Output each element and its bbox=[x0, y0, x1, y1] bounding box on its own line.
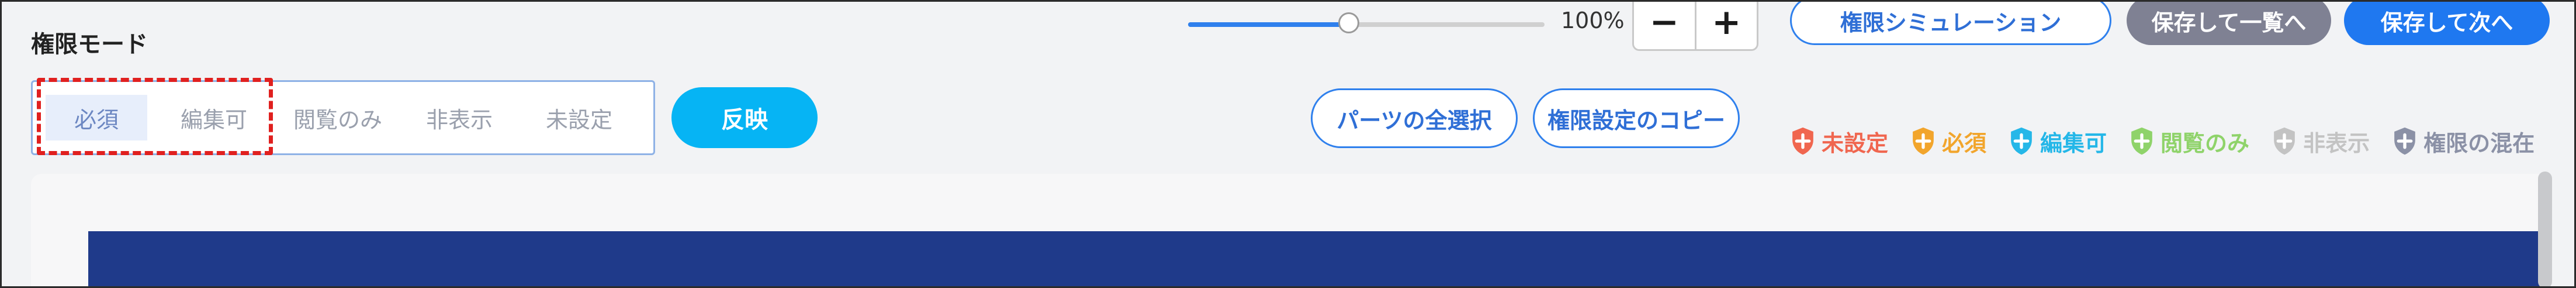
select-all-parts-button[interactable]: パーツの全選択 bbox=[1311, 88, 1518, 148]
permission-legend: 未設定 必須 編集可 閲覧のみ 非表示 権限の混在 bbox=[1790, 125, 2535, 157]
mode-option-editable[interactable]: 編集可 bbox=[161, 95, 266, 140]
mode-option-hidden[interactable]: 非表示 bbox=[407, 95, 512, 140]
shield-plus-icon bbox=[1913, 127, 1934, 155]
mode-option-unset[interactable]: 未設定 bbox=[524, 95, 635, 140]
form-header-banner bbox=[88, 231, 2543, 286]
zoom-out-button[interactable]: − bbox=[1634, 2, 1695, 49]
legend-item: 非表示 bbox=[2272, 125, 2370, 157]
app-frame: 権限モード 100% − + 権限シミュレーション 保存して一覧へ 保存して次へ… bbox=[0, 0, 2576, 288]
zoom-level: 100% bbox=[1561, 8, 1625, 33]
shield-plus-icon bbox=[2394, 127, 2415, 155]
permission-simulation-button[interactable]: 権限シミュレーション bbox=[1790, 2, 2111, 45]
legend-item: 未設定 bbox=[1790, 125, 1888, 157]
legend-label: 編集可 bbox=[2040, 130, 2107, 156]
legend-item: 編集可 bbox=[2009, 125, 2107, 157]
mode-option-view-only[interactable]: 閲覧のみ bbox=[278, 95, 397, 140]
zoom-slider[interactable] bbox=[1188, 12, 1545, 36]
legend-label: 権限の混在 bbox=[2423, 130, 2535, 156]
save-and-list-button[interactable]: 保存して一覧へ bbox=[2127, 2, 2331, 45]
legend-item: 必須 bbox=[1910, 125, 1986, 157]
zoom-slider-fill bbox=[1188, 22, 1349, 27]
zoom-slider-thumb[interactable] bbox=[1338, 12, 1359, 33]
apply-button[interactable]: 反映 bbox=[671, 87, 818, 148]
legend-label: 必須 bbox=[1942, 130, 1987, 156]
shield-plus-icon bbox=[2011, 127, 2032, 155]
form-canvas bbox=[31, 174, 2547, 286]
zoom-in-button[interactable]: + bbox=[1694, 2, 1757, 49]
legend-item: 閲覧のみ bbox=[2129, 125, 2249, 157]
shield-plus-icon bbox=[2274, 127, 2295, 155]
copy-permissions-button[interactable]: 権限設定のコピー bbox=[1533, 88, 1740, 148]
legend-label: 非表示 bbox=[2303, 130, 2370, 156]
legend-item: 権限の混在 bbox=[2392, 125, 2535, 157]
save-and-next-button[interactable]: 保存して次へ bbox=[2344, 2, 2550, 45]
page-title: 権限モード bbox=[31, 31, 148, 58]
shield-plus-icon bbox=[1792, 127, 1813, 155]
mode-option-required[interactable]: 必須 bbox=[46, 95, 147, 140]
legend-label: 閲覧のみ bbox=[2160, 130, 2250, 156]
permission-mode-selector: 必須 編集可 閲覧のみ 非表示 未設定 bbox=[31, 80, 655, 155]
zoom-controls: − + bbox=[1632, 2, 1758, 51]
legend-label: 未設定 bbox=[1822, 130, 1889, 156]
vertical-scrollbar[interactable] bbox=[2538, 172, 2552, 286]
shield-plus-icon bbox=[2131, 127, 2152, 155]
